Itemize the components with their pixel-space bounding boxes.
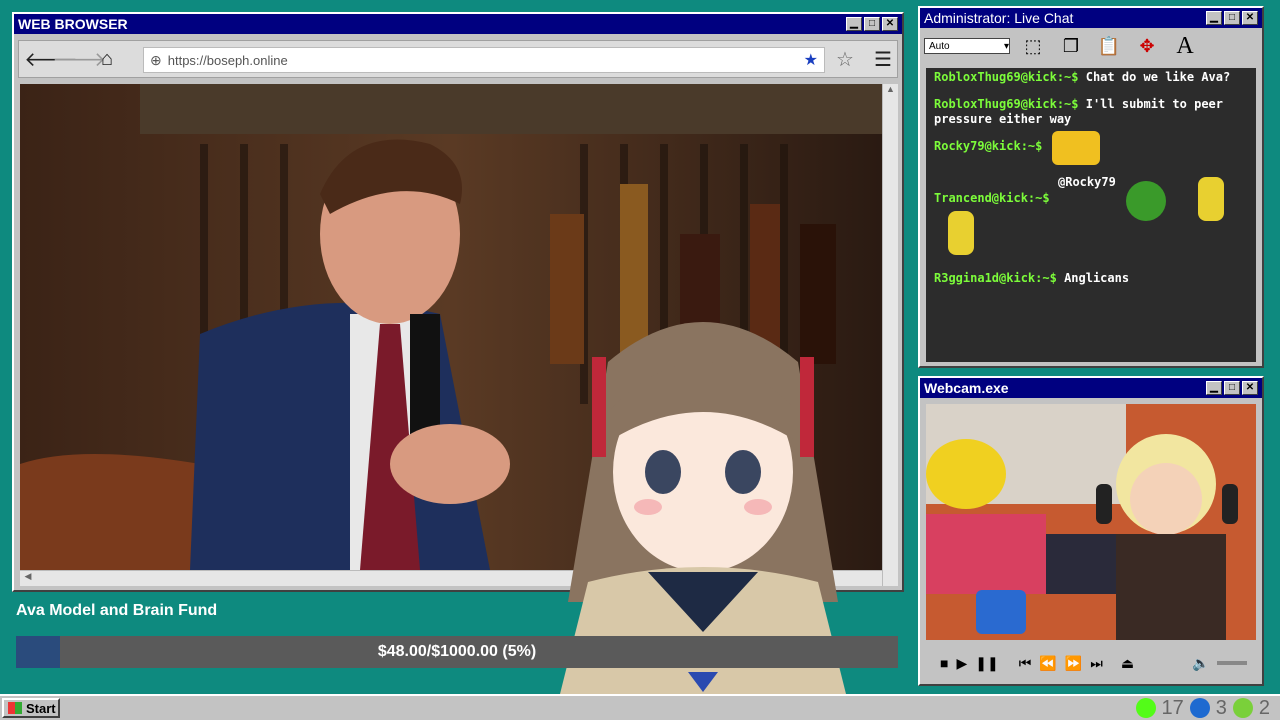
copy-icon[interactable]: ❐: [1056, 31, 1086, 61]
chat-message: @Rocky79 Trancend@kick:~$: [934, 175, 1248, 255]
skip-forward-icon[interactable]: ⏭: [1090, 655, 1103, 672]
address-bar-row: 🡐 🡒 ⌂ ⊕ https://boseph.online ★ ☆ ☰: [18, 40, 898, 78]
rewind-icon[interactable]: ⏪: [1039, 655, 1056, 672]
forward-arrow-icon[interactable]: 🡒: [52, 45, 106, 73]
fund-progress-text: $48.00/$1000.00 (5%): [377, 643, 537, 660]
paste-icon[interactable]: 📋: [1094, 31, 1124, 61]
chat-messages[interactable]: RobloxThug69@kick:~$ Chat do we like Ava…: [926, 68, 1256, 362]
webcam-window: Webcam.exe ▁ □ ✕ ■ ▶ ❚❚ ⏮ ⏪ ⏩ ⏭ ⏏ 🔈: [918, 376, 1264, 686]
pause-icon[interactable]: ❚❚: [975, 655, 998, 672]
volume-icon[interactable]: 🔈: [1192, 655, 1209, 672]
maximize-button[interactable]: □: [864, 17, 880, 31]
scroll-up-icon[interactable]: ▲: [883, 84, 898, 94]
sticker-emote: [1198, 177, 1224, 221]
chat-title: Administrator: Live Chat: [924, 10, 1074, 26]
chat-username: RobloxThug69@kick:~$: [934, 70, 1079, 84]
chat-text: @Rocky79: [1058, 175, 1116, 189]
fast-forward-icon[interactable]: ⏩: [1065, 655, 1082, 672]
url-text: https://boseph.online: [167, 52, 288, 68]
chat-message: RobloxThug69@kick:~$ Chat do we like Ava…: [934, 70, 1248, 85]
minimize-button[interactable]: ▁: [1206, 11, 1222, 25]
font-size-select[interactable]: Auto ▾: [924, 38, 1010, 54]
maximize-button[interactable]: □: [1224, 11, 1240, 25]
taskbar: Start 17 3 2: [0, 694, 1280, 720]
maximize-button[interactable]: □: [1224, 381, 1240, 395]
moon-count: 3: [1215, 696, 1227, 719]
sticker-emote: [948, 211, 974, 255]
font-size-value: Auto: [929, 40, 950, 52]
kick-count: 17: [1161, 696, 1184, 719]
url-field[interactable]: ⊕ https://boseph.online ★: [143, 47, 825, 73]
move-icon[interactable]: ✥: [1132, 31, 1162, 61]
minimize-button[interactable]: ▁: [1206, 381, 1222, 395]
scroll-left-icon[interactable]: ◀: [20, 571, 36, 582]
close-button[interactable]: ✕: [882, 17, 898, 31]
chat-titlebar[interactable]: Administrator: Live Chat ▁ □ ✕: [920, 8, 1262, 28]
start-label: Start: [26, 700, 56, 716]
fund-title: Ava Model and Brain Fund: [16, 602, 218, 619]
close-button[interactable]: ✕: [1242, 381, 1258, 395]
minimize-button[interactable]: ▁: [846, 17, 862, 31]
menu-icon[interactable]: ☰: [869, 45, 897, 73]
chat-username: Trancend@kick:~$: [934, 191, 1050, 205]
browser-titlebar[interactable]: WEB BROWSER ▁ □ ✕: [14, 14, 902, 34]
kick-icon[interactable]: [1135, 698, 1156, 718]
live-chat-window: Administrator: Live Chat ▁ □ ✕ Auto ▾ ⬚ ❐…: [918, 6, 1264, 368]
fund-progress-bar: $48.00/$1000.00 (5%): [16, 636, 898, 668]
chat-username: RobloxThug69@kick:~$: [934, 97, 1079, 111]
skip-back-icon[interactable]: ⏮: [1019, 655, 1032, 672]
stop-icon[interactable]: ■: [940, 655, 948, 671]
media-controls: ■ ▶ ❚❚ ⏮ ⏪ ⏩ ⏭ ⏏ 🔈: [926, 646, 1256, 680]
chat-message: Rocky79@kick:~$: [934, 131, 1248, 175]
eject-icon[interactable]: ⏏: [1121, 655, 1134, 672]
browser-title: WEB BROWSER: [18, 16, 128, 32]
frog-emote: [1126, 181, 1166, 221]
play-icon[interactable]: [1232, 698, 1253, 718]
font-icon[interactable]: A: [1170, 31, 1200, 61]
close-button[interactable]: ✕: [1242, 11, 1258, 25]
chat-message: R3ggina1d@kick:~$ Anglicans: [934, 271, 1248, 286]
chat-text: Anglicans: [1064, 271, 1130, 285]
chat-text: Chat do we like Ava?: [1085, 70, 1231, 84]
chat-message: RobloxThug69@kick:~$ I'll submit to peer…: [934, 97, 1248, 127]
webcam-titlebar[interactable]: Webcam.exe ▁ □ ✕: [920, 378, 1262, 398]
moon-icon[interactable]: [1189, 698, 1210, 718]
chat-username: R3ggina1d@kick:~$: [934, 271, 1057, 285]
bookmark-star-icon[interactable]: ★: [804, 50, 818, 70]
sticker-emote: [1052, 131, 1100, 165]
chat-username: Rocky79@kick:~$: [934, 139, 1043, 153]
webcam-title: Webcam.exe: [924, 380, 1009, 396]
home-icon[interactable]: ⌂: [93, 45, 121, 73]
selection-icon[interactable]: ⬚: [1018, 31, 1048, 61]
favorites-star-icon[interactable]: ☆: [831, 45, 859, 73]
windows-logo-icon: [8, 702, 22, 714]
vertical-scrollbar[interactable]: ▲: [882, 84, 898, 586]
chat-toolbar: Auto ▾ ⬚ ❐ 📋 ✥ A: [920, 28, 1262, 64]
webcam-view: [926, 404, 1256, 640]
chevron-down-icon: ▾: [1003, 40, 1009, 52]
webcam-image: [926, 404, 1256, 640]
play-icon[interactable]: ▶: [956, 655, 967, 672]
start-button[interactable]: Start: [2, 698, 60, 718]
system-tray: 17 3 2: [1135, 696, 1270, 720]
volume-slider[interactable]: [1217, 661, 1248, 665]
play-count: 2: [1258, 696, 1270, 719]
globe-icon: ⊕: [150, 51, 162, 68]
